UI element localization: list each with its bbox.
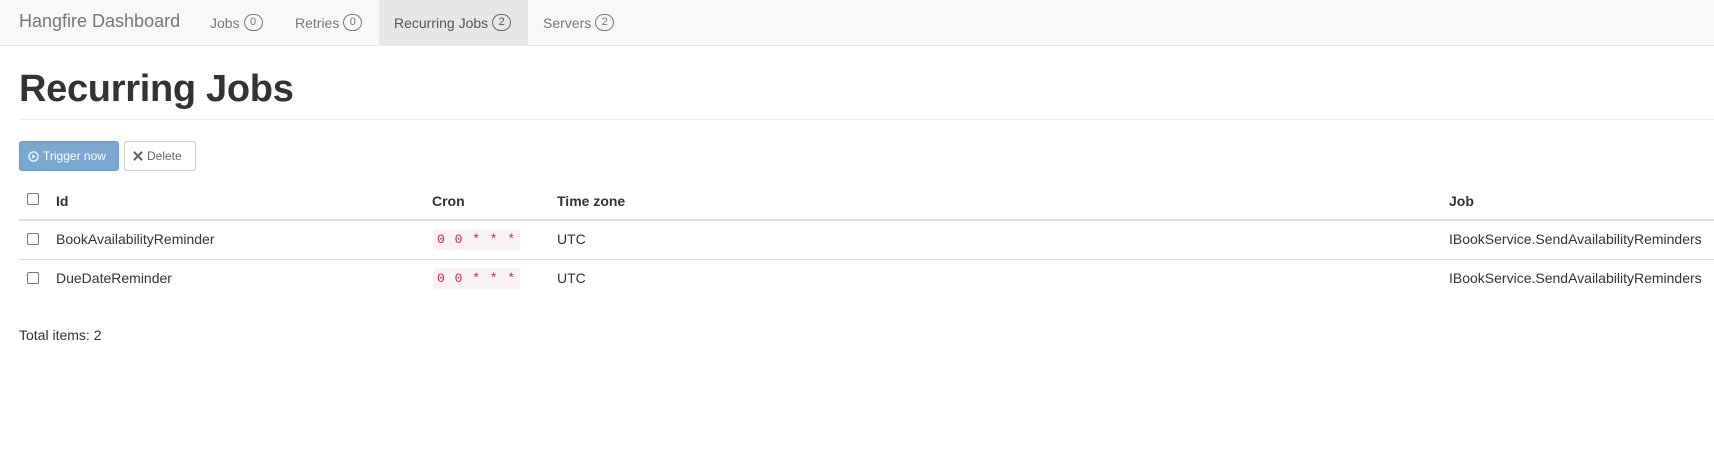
count-badge: 2 (595, 14, 615, 31)
nav-item-servers[interactable]: Servers 2 (528, 0, 629, 45)
job-method: IBookService.SendAvailabilityReminders (1449, 270, 1702, 286)
count-badge: 0 (343, 14, 363, 31)
title-divider (19, 119, 1714, 120)
cron-expression: 0 0 * * * (433, 268, 521, 289)
column-header-id[interactable]: Id (56, 193, 68, 209)
nav-item-label: Servers (543, 14, 592, 31)
header-divider (19, 219, 1714, 221)
cron-expression: 0 0 * * * (433, 229, 521, 250)
delete-button[interactable]: Delete (124, 141, 196, 171)
nav-item-recurring-jobs[interactable]: Recurring Jobs 2 (379, 0, 528, 45)
time-zone: UTC (557, 231, 586, 247)
row-divider (19, 259, 1714, 260)
brand-link[interactable]: Hangfire Dashboard (19, 11, 180, 32)
trigger-now-button[interactable]: Trigger now (19, 141, 119, 171)
page-title: Recurring Jobs (19, 68, 294, 110)
close-icon (133, 151, 143, 161)
nav-item-label: Jobs (210, 14, 240, 31)
select-all-checkbox[interactable] (27, 193, 39, 205)
job-id[interactable]: BookAvailabilityReminder (56, 231, 214, 247)
nav-item-label: Recurring Jobs (394, 14, 489, 31)
column-header-cron[interactable]: Cron (432, 193, 465, 209)
count-badge: 0 (243, 14, 263, 31)
nav-item-jobs[interactable]: Jobs 0 (195, 0, 278, 45)
total-items: Total items: 2 (19, 327, 102, 343)
job-id[interactable]: DueDateReminder (56, 270, 172, 286)
count-badge: 2 (492, 14, 512, 31)
navbar: Hangfire Dashboard Jobs 0 Retries 0 Recu… (0, 0, 1714, 46)
delete-label: Delete (147, 149, 182, 163)
time-zone: UTC (557, 270, 586, 286)
row-checkbox[interactable] (27, 233, 39, 245)
nav-item-label: Retries (295, 14, 340, 31)
column-header-timezone[interactable]: Time zone (557, 193, 625, 209)
column-header-job[interactable]: Job (1449, 193, 1474, 209)
trigger-now-label: Trigger now (43, 149, 106, 163)
job-method: IBookService.SendAvailabilityReminders (1449, 231, 1702, 247)
play-circle-icon (28, 150, 39, 162)
row-checkbox[interactable] (27, 272, 39, 284)
nav-item-retries[interactable]: Retries 0 (280, 0, 377, 45)
